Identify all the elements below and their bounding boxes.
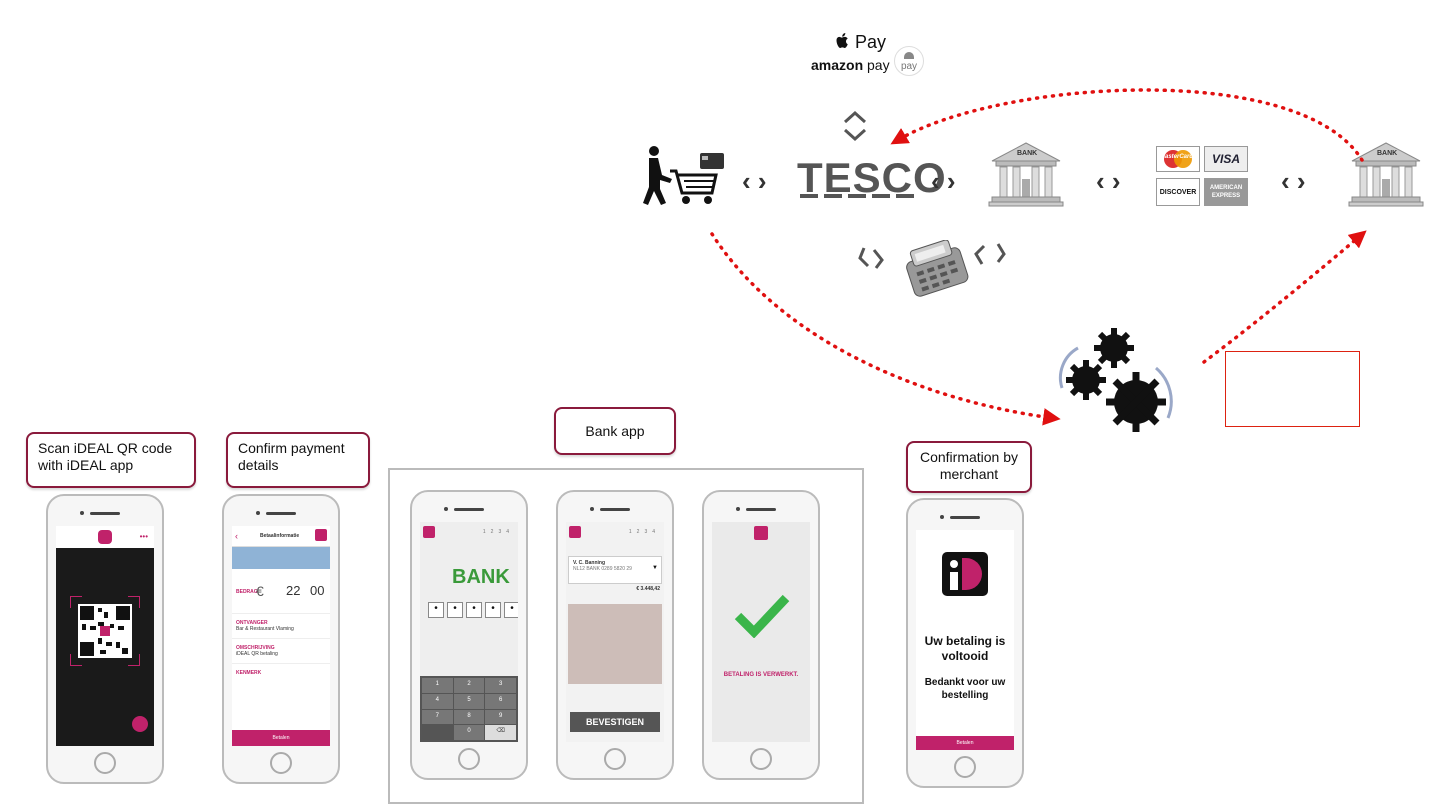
empty-red-box (1225, 351, 1360, 427)
key-0[interactable]: 0 (453, 725, 485, 740)
pin-input[interactable]: • • • • • (428, 602, 518, 618)
phone-merchant-confirm: Uw betaling is voltooid Bedankt voor uw … (906, 498, 1024, 788)
step-indicator: 1234 (628, 529, 660, 535)
amount-integer[interactable]: 22 (286, 583, 300, 598)
account-name: V. C. Banning (573, 560, 606, 566)
flashlight-button[interactable] (132, 716, 148, 732)
currency-symbol: € (256, 583, 264, 599)
key-5[interactable]: 5 (453, 693, 485, 709)
phone-bank-pin: 1234 BANK • • • • • 1 2 3 4 5 6 7 8 9 0 … (410, 490, 528, 780)
key-2[interactable]: 2 (453, 678, 485, 693)
account-selector[interactable]: V. C. Banning NL12 BANK 0289 5820 29 ▼ (568, 556, 662, 584)
checkmark-icon (734, 594, 790, 638)
phone-payment-details: ‹ Betaalinformatie BEDRAG € 22 00 ONTVAN… (222, 494, 340, 784)
ideal-logo-small (315, 529, 327, 541)
ideal-app-logo (98, 530, 112, 544)
step-indicator: 1234 (482, 529, 514, 535)
qr-code (70, 596, 140, 666)
gears-icon (1058, 328, 1173, 432)
keypad: 1 2 3 4 5 6 7 8 9 0 ⌫ (420, 676, 518, 742)
bedrag-label: BEDRAG (236, 589, 258, 595)
account-balance: € 3.448,42 (636, 586, 660, 592)
dropdown-icon: ▼ (652, 565, 658, 571)
confirmation-line-1: Uw betaling is (924, 634, 1006, 648)
phone-bank-confirm: 1234 V. C. Banning NL12 BANK 0289 5820 2… (556, 490, 674, 780)
omschrijving-value: iDEAL QR betaling (236, 651, 278, 657)
phone-scan-qr: ••• (46, 494, 164, 784)
more-icon[interactable]: ••• (140, 532, 148, 541)
key-7[interactable]: 7 (422, 709, 453, 725)
arrow-bank-to-tesco (890, 88, 1364, 162)
payment-summary (568, 604, 662, 684)
screen-title: Betaalinformatie (260, 533, 300, 539)
confirmation-line-2: voltooid (941, 649, 989, 663)
info-banner (232, 547, 330, 569)
key-4[interactable]: 4 (422, 693, 453, 709)
phone-bank-success: BETALING IS VERWERKT. (702, 490, 820, 780)
kenmerk-label: KENMERK (236, 670, 262, 676)
account-iban: NL12 BANK 0289 5820 29 (573, 566, 632, 572)
arrow-shopper-to-processor (710, 232, 1061, 426)
ideal-logo-small (754, 526, 768, 540)
key-1[interactable]: 1 (422, 678, 453, 693)
betalen-button[interactable]: Betalen (916, 736, 1014, 750)
step-label-merchant: Confirmation by merchant (906, 441, 1032, 493)
step-label-bank-app: Bank app (554, 407, 676, 455)
key-blank (422, 725, 453, 740)
step-label-confirm: Confirm payment details (226, 432, 370, 488)
ideal-logo-small (423, 526, 435, 538)
bevestigen-button[interactable]: BEVESTIGEN (570, 712, 660, 732)
key-backspace[interactable]: ⌫ (485, 725, 516, 740)
thanks-message: Bedankt voor uw bestelling (916, 676, 1014, 702)
confirmation-message: Uw betaling is voltooid (916, 634, 1014, 664)
key-9[interactable]: 9 (485, 709, 516, 725)
key-6[interactable]: 6 (485, 693, 516, 709)
ideal-logo (942, 552, 988, 596)
ontvanger-value: Bar & Restaurant Vlaming (236, 626, 294, 632)
amount-decimal[interactable]: 00 (310, 583, 324, 598)
betalen-button[interactable]: Betalen (232, 730, 330, 746)
status-text: BETALING IS VERWERKT. (723, 672, 799, 678)
bank-logo-text: BANK (452, 566, 510, 588)
key-8[interactable]: 8 (453, 709, 485, 725)
key-3[interactable]: 3 (485, 678, 516, 693)
ideal-logo-small (569, 526, 581, 538)
step-label-scan: Scan iDEAL QR code with iDEAL app (26, 432, 196, 488)
thanks-line-1: Bedankt voor uw (924, 677, 1006, 688)
thanks-line-2: bestelling (941, 690, 989, 701)
back-icon[interactable]: ‹ (235, 531, 238, 541)
arrow-processor-to-bank (1202, 230, 1367, 364)
